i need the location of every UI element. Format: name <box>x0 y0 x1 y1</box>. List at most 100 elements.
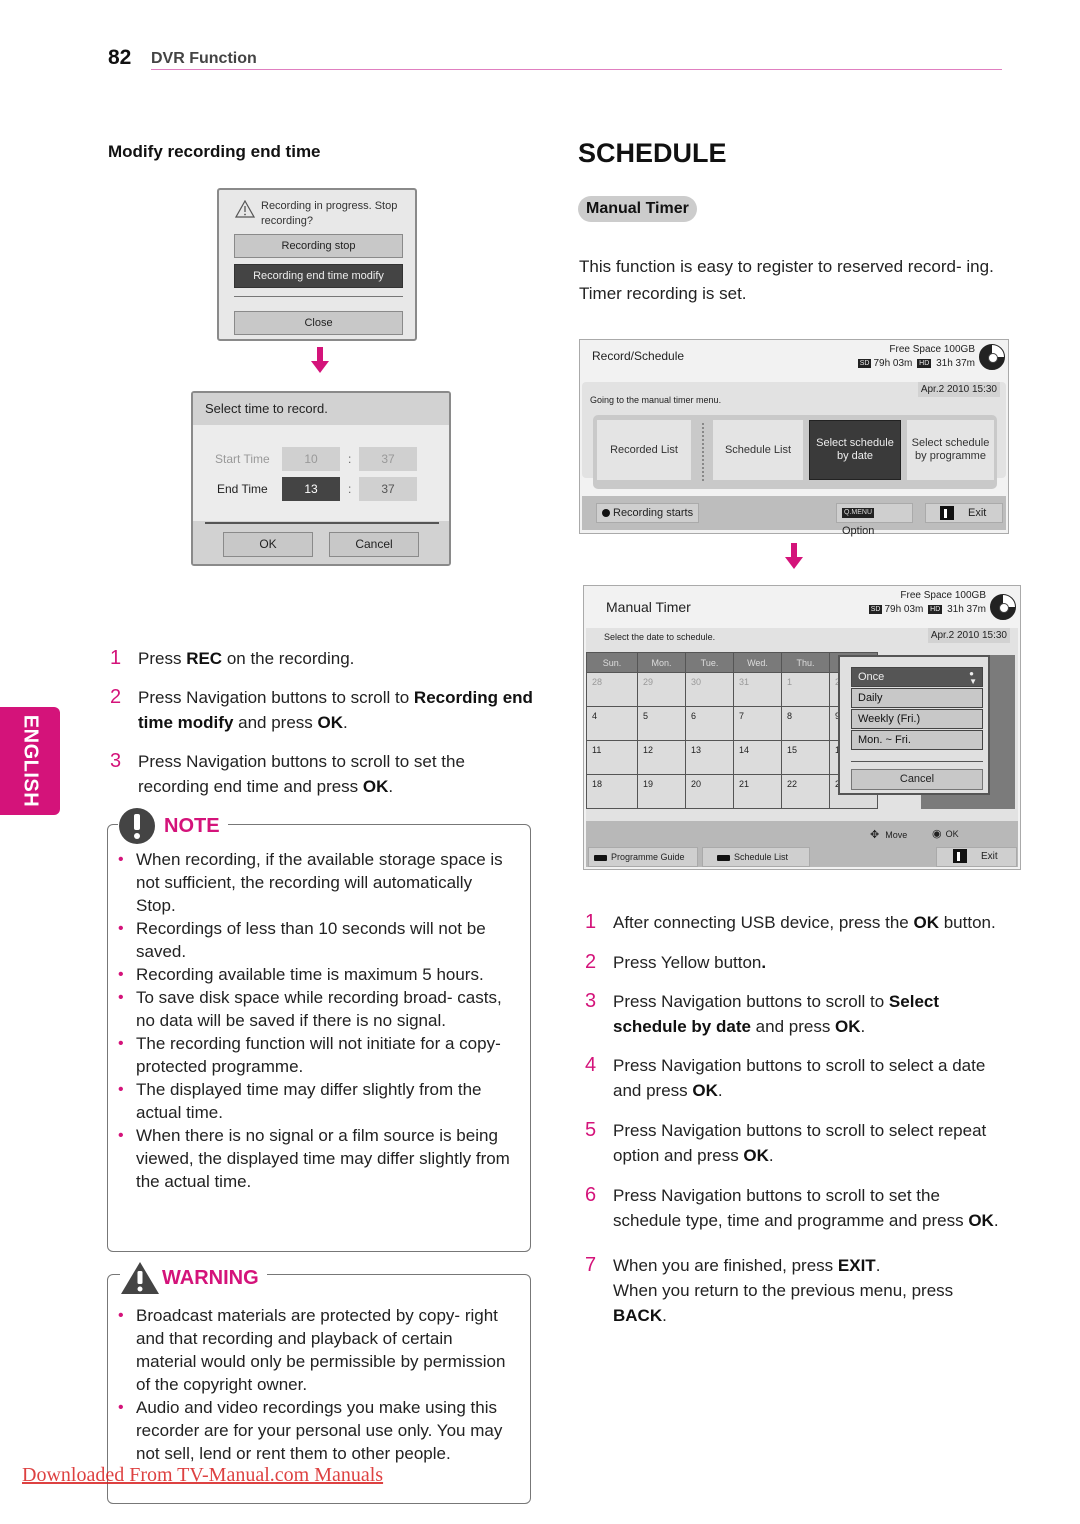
calendar-day[interactable]: 8 <box>781 706 830 741</box>
move-label: Move <box>885 830 908 840</box>
calendar-day[interactable]: 31 <box>733 672 782 707</box>
bullet-item: To save disk space while recording broad… <box>118 986 510 1032</box>
weekday-header: Sun. <box>586 652 638 673</box>
step-emphasis: REC <box>186 649 223 668</box>
calendar-day[interactable]: 1 <box>781 672 830 707</box>
calendar-day[interactable]: 18 <box>586 774 638 809</box>
exit-label: Exit <box>968 507 987 519</box>
calendar-week: 456789 <box>586 706 878 741</box>
step-number: 4 <box>585 1054 597 1076</box>
calendar-day[interactable]: 28 <box>586 672 638 707</box>
calendar-day[interactable]: 4 <box>586 706 638 741</box>
download-source-link[interactable]: Downloaded From TV-Manual.com Manuals <box>22 1464 383 1487</box>
menu-select-schedule-by-programme[interactable]: Select schedule by programme <box>907 420 994 480</box>
calendar-day[interactable]: 11 <box>586 740 638 775</box>
step-text: on the recording. <box>222 649 355 668</box>
cancel-button[interactable]: Cancel <box>329 532 419 557</box>
calendar-week: 2829303112 <box>586 672 878 707</box>
cancel-button[interactable]: Cancel <box>851 769 983 790</box>
ok-button[interactable]: OK <box>223 532 313 557</box>
calendar-week: 18192021222 <box>586 774 878 809</box>
option-button[interactable]: Q.MENU Option <box>836 503 913 537</box>
step-emphasis: OK <box>317 713 344 732</box>
exit-label: Exit <box>981 851 998 862</box>
calendar-day[interactable]: 12 <box>637 740 686 775</box>
calendar-day[interactable]: 30 <box>685 672 734 707</box>
manual-timer-screen: Manual Timer Free Space 100GB SD 79h 03m … <box>583 585 1021 870</box>
modify-end-time-heading: Modify recording end time <box>108 142 321 161</box>
calendar-day[interactable]: 29 <box>637 672 686 707</box>
step-number: 3 <box>110 750 122 772</box>
bullet-item: When recording, if the available storage… <box>118 848 510 917</box>
left-steps-list: 1 Press REC on the recording. 2 Press Navig… <box>110 646 535 799</box>
free-space-info: Free Space 100GB SD 79h 03m HD 31h 37m <box>856 343 975 371</box>
weekday-header: Wed. <box>733 652 782 673</box>
calendar-day[interactable]: 14 <box>733 740 782 775</box>
repeat-option[interactable]: Daily <box>851 688 983 708</box>
weekday-header: Tue. <box>685 652 734 673</box>
calendar-day[interactable]: 13 <box>685 740 734 775</box>
exit-button[interactable]: Exit <box>925 503 1003 523</box>
weekday-header: Mon. <box>637 652 686 673</box>
header-rule <box>151 69 1002 70</box>
calendar-day[interactable]: 22 <box>781 774 830 809</box>
step-emphasis: OK <box>362 777 389 796</box>
step-text: . <box>717 1081 723 1100</box>
recording-stop-button[interactable]: Recording stop <box>234 234 403 258</box>
datetime: Apr.2 2010 15:30 <box>917 382 1000 397</box>
step-emphasis: OK <box>835 1017 861 1036</box>
repeat-option[interactable]: Mon. ~ Fri. <box>851 730 983 750</box>
warning-header: WARNING <box>120 1261 267 1295</box>
repeat-option[interactable]: Once ● ▼ <box>851 667 983 687</box>
step-number: 5 <box>585 1119 597 1141</box>
section-title: DVR Function <box>151 50 257 67</box>
schedule-list-button[interactable]: Schedule List <box>702 847 810 867</box>
end-minute-field[interactable]: 37 <box>359 477 417 501</box>
intro-text: This function is easy to register to res… <box>579 257 994 303</box>
select-time-dialog: Select time to record. Start Time 10 : 3… <box>191 391 451 566</box>
divider <box>702 423 704 481</box>
start-hour-field[interactable]: 10 <box>282 447 340 471</box>
calendar-day[interactable]: 21 <box>733 774 782 809</box>
time-separator: : <box>348 482 352 496</box>
sd-icon: SD <box>857 358 872 368</box>
menu-select-schedule-by-date[interactable]: Select schedule by date <box>809 420 901 480</box>
close-button[interactable]: Close <box>234 311 403 335</box>
step-item: 2 Press Navigation buttons to scroll to R… <box>110 685 535 735</box>
calendar-day[interactable]: 5 <box>637 706 686 741</box>
calendar-day[interactable]: 6 <box>685 706 734 741</box>
start-minute-field[interactable]: 37 <box>359 447 417 471</box>
step-item: 4 Press Navigation buttons to scroll to s… <box>585 1053 1010 1103</box>
bullet-item: Audio and video recordings you make usin… <box>118 1396 510 1465</box>
exit-key-icon <box>940 506 954 521</box>
calendar-day[interactable]: 7 <box>733 706 782 741</box>
step-emphasis: OK <box>692 1081 718 1100</box>
menu-recorded-list[interactable]: Recorded List <box>597 420 691 480</box>
step-text: . <box>993 1211 999 1230</box>
stop-recording-dialog: Recording in progress. Stop recording? R… <box>217 188 417 341</box>
dialog-message: Recording in progress. Stop recording? <box>261 200 398 227</box>
end-hour-field[interactable]: 13 <box>282 477 340 501</box>
color-key-icon <box>594 854 607 861</box>
repeat-option[interactable]: Weekly (Fri.) <box>851 709 983 729</box>
step-item: 3 Press Navigation buttons to scroll to S… <box>585 989 1010 1039</box>
calendar-week: 11121314151 <box>586 740 878 775</box>
programme-guide-button[interactable]: Programme Guide <box>588 847 698 867</box>
step-item: 2 Press Yellow button. <box>585 950 1010 975</box>
weekday-header: Thu. <box>781 652 830 673</box>
scroll-indicator-icon: ● ▼ <box>969 669 977 686</box>
recording-starts-button[interactable]: Recording starts <box>596 503 700 523</box>
step-emphasis: OK <box>743 1146 769 1165</box>
calendar-day[interactable]: 19 <box>637 774 686 809</box>
menu-schedule-list[interactable]: Schedule List <box>713 420 803 480</box>
calendar-day[interactable]: 15 <box>781 740 830 775</box>
step-item: 1 Press REC on the recording. <box>110 646 535 671</box>
recording-end-time-modify-button[interactable]: Recording end time modify <box>234 264 403 288</box>
divider <box>205 522 439 524</box>
repeat-options-popup: Once ● ▼ Daily Weekly (Fri.) Mon. ~ Fri. Canc… <box>838 655 990 795</box>
step-text: After connecting USB device, press the <box>613 913 914 932</box>
repeat-option-label: Daily <box>858 692 883 704</box>
calendar-day[interactable]: 20 <box>685 774 734 809</box>
step-number: 3 <box>585 990 597 1012</box>
exit-button[interactable]: Exit <box>936 847 1017 867</box>
